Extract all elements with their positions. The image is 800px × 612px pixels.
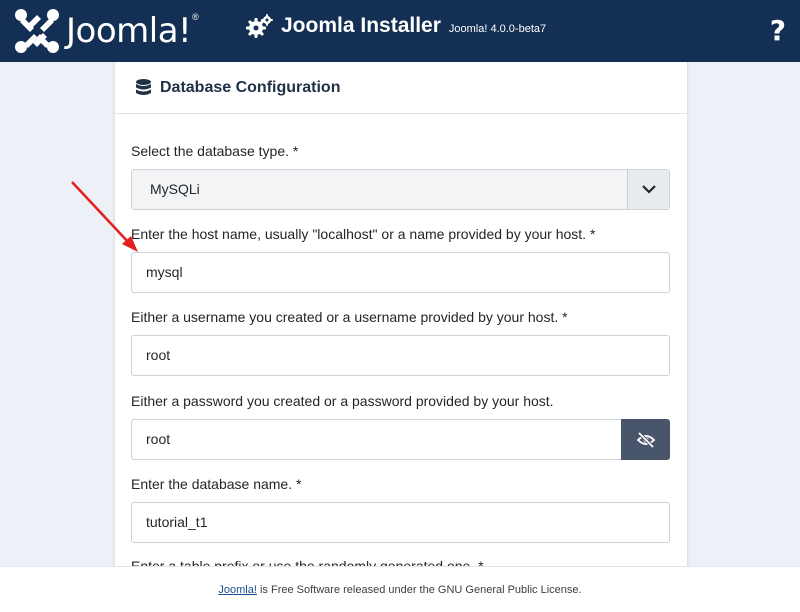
card-title: Database Configuration [160,78,341,96]
chevron-down-icon [641,185,656,194]
username-input[interactable]: root [131,335,670,376]
username-field: Either a username you created or a usern… [131,308,670,376]
footer: Joomla! is Free Software released under … [0,566,800,612]
db-type-select[interactable]: MySQLi [131,169,670,210]
db-name-field: Enter the database name. * tutorial_t1 [131,475,670,543]
gears-icon [246,14,273,38]
joomla-logo-icon [15,9,59,53]
logo-wordmark: Joomla! [66,11,192,51]
password-visibility-toggle[interactable] [621,419,670,460]
password-row: root [131,419,670,460]
username-label: Either a username you created or a usern… [131,309,568,325]
help-icon[interactable]: ? [770,14,786,47]
database-icon [136,79,151,95]
card-header: Database Configuration [115,62,687,114]
password-label: Either a password you created or a passw… [131,393,554,409]
db-type-value: MySQLi [150,181,200,197]
db-type-dropdown-button[interactable] [627,170,669,209]
host-field: Enter the host name, usually "localhost"… [131,225,670,293]
installer-version: Joomla! 4.0.0-beta7 [448,22,547,35]
db-type-label: Select the database type. * [131,143,299,159]
host-input[interactable]: mysql [131,252,670,293]
password-input[interactable]: root [131,419,622,460]
joomla-footer-link[interactable]: Joomla! [218,584,257,596]
db-type-field: Select the database type. * MySQLi [131,142,670,210]
password-field: Either a password you created or a passw… [131,392,670,460]
installer-heading: Joomla Installer Joomla! 4.0.0-beta7 [246,14,546,38]
database-configuration-card: Database Configuration Select the databa… [114,62,688,582]
host-label: Enter the host name, usually "localhost"… [131,226,596,242]
db-name-input[interactable]: tutorial_t1 [131,502,670,543]
db-name-label: Enter the database name. * [131,476,302,492]
eye-slash-icon [636,431,655,448]
header: Joomla! ® Joomla Installer Joomla! 4.0.0… [0,0,800,62]
footer-text: is Free Software released under the GNU … [256,584,582,596]
joomla-logo: Joomla! ® [14,8,199,54]
registered-mark: ® [192,12,199,22]
installer-title: Joomla Installer [281,14,441,37]
